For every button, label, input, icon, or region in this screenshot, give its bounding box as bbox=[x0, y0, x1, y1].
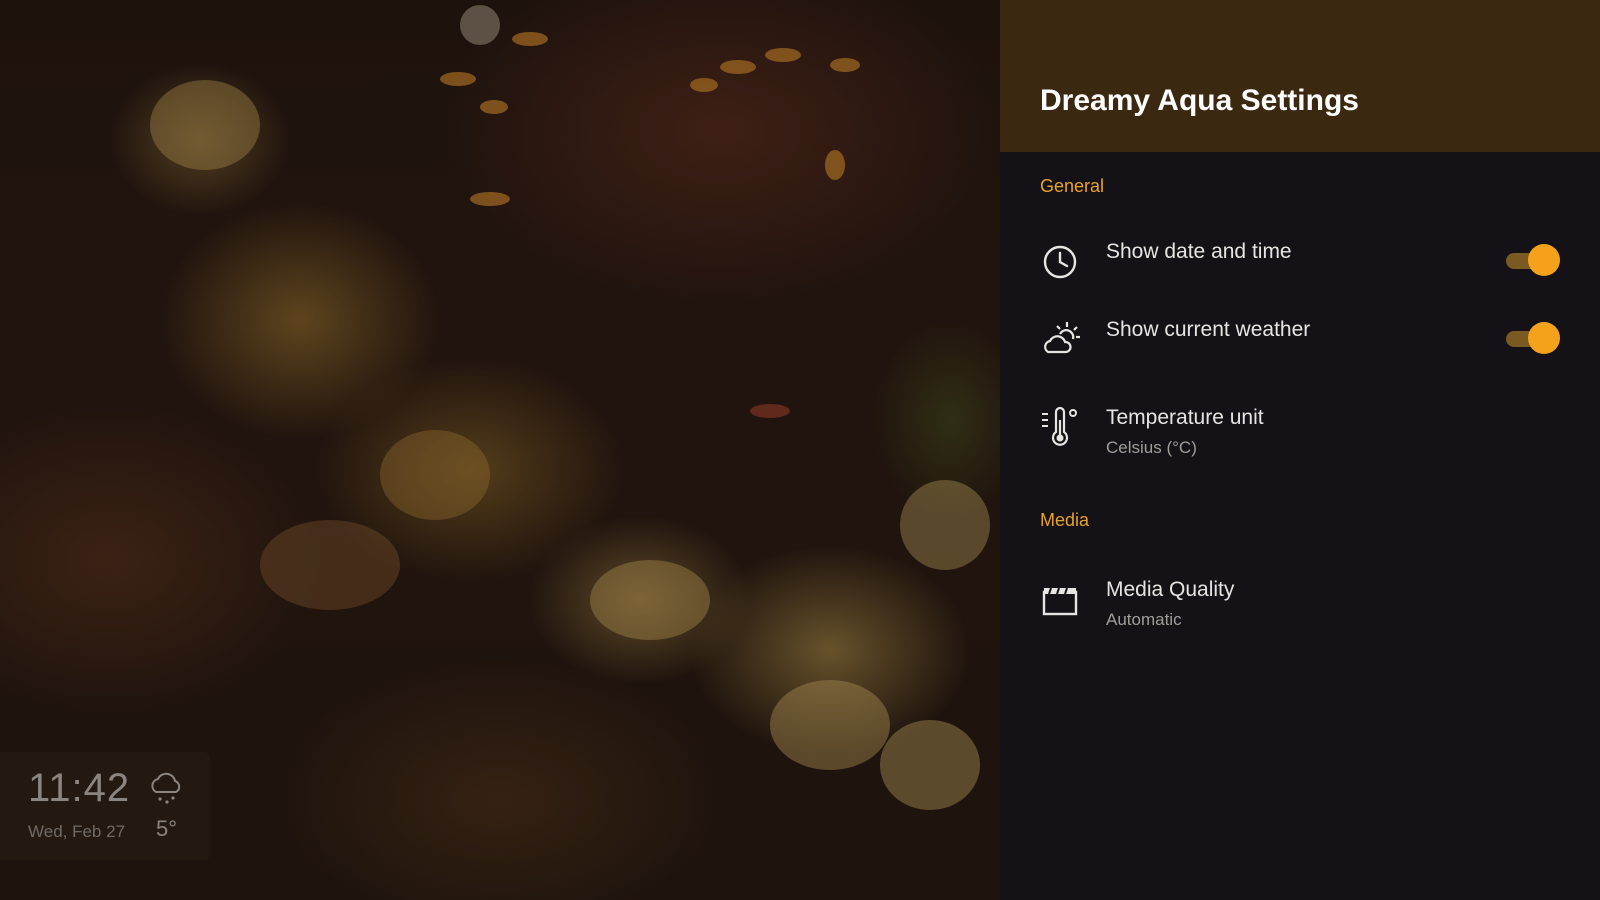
section-label-media: Media bbox=[1040, 510, 1090, 530]
settings-panel: Dreamy Aqua Settings General Show date a… bbox=[1000, 0, 1600, 900]
setting-show-date-time[interactable]: Show date and time bbox=[1040, 234, 1560, 294]
coral-decoration bbox=[380, 430, 490, 520]
toggle-knob bbox=[1528, 322, 1560, 354]
fish-decoration bbox=[690, 78, 718, 92]
clock-widget: 11:42 Wed, Feb 27 5° bbox=[0, 752, 210, 860]
fish-decoration bbox=[825, 150, 845, 180]
fish-decoration bbox=[480, 100, 508, 114]
coral-decoration bbox=[880, 720, 980, 810]
settings-header: Dreamy Aqua Settings bbox=[1000, 0, 1600, 152]
clock-time: 11:42 bbox=[28, 766, 131, 810]
setting-value: Celsius (°C) bbox=[1106, 438, 1197, 457]
fish-decoration bbox=[440, 72, 476, 86]
thermometer-icon bbox=[1042, 406, 1077, 446]
date-time-toggle[interactable] bbox=[1502, 242, 1560, 278]
coral-decoration bbox=[150, 80, 260, 170]
setting-media-quality[interactable]: Media Quality Automatic bbox=[1040, 572, 1560, 632]
fish-decoration bbox=[470, 192, 510, 206]
weather-icon bbox=[1044, 322, 1080, 354]
coral-decoration bbox=[260, 520, 400, 610]
fish-decoration bbox=[765, 48, 801, 62]
page-title: Dreamy Aqua Settings bbox=[1040, 84, 1359, 117]
setting-show-weather[interactable]: Show current weather bbox=[1040, 312, 1560, 372]
clock-icon bbox=[1043, 245, 1077, 279]
section-label-general: General bbox=[1040, 176, 1105, 196]
setting-label: Temperature unit bbox=[1106, 406, 1264, 429]
coral-decoration bbox=[900, 480, 990, 570]
coral-decoration bbox=[770, 680, 890, 770]
rock-decoration bbox=[460, 5, 500, 45]
fish-decoration bbox=[830, 58, 860, 72]
cloud-snow-icon bbox=[151, 772, 181, 804]
toggle-knob bbox=[1528, 244, 1560, 276]
fish-decoration bbox=[720, 60, 756, 74]
clock-date: Wed, Feb 27 bbox=[28, 822, 126, 841]
setting-label: Show current weather bbox=[1106, 318, 1311, 341]
fish-decoration bbox=[512, 32, 548, 46]
clapperboard-icon bbox=[1042, 587, 1078, 616]
setting-label: Media Quality bbox=[1106, 578, 1235, 601]
setting-label: Show date and time bbox=[1106, 240, 1292, 263]
fish-decoration bbox=[750, 404, 790, 418]
weather-toggle[interactable] bbox=[1502, 320, 1560, 356]
coral-decoration bbox=[590, 560, 710, 640]
clock-temperature: 5° bbox=[156, 816, 178, 841]
setting-temperature-unit[interactable]: Temperature unit Celsius (°C) bbox=[1040, 400, 1560, 460]
setting-value: Automatic bbox=[1106, 610, 1182, 629]
